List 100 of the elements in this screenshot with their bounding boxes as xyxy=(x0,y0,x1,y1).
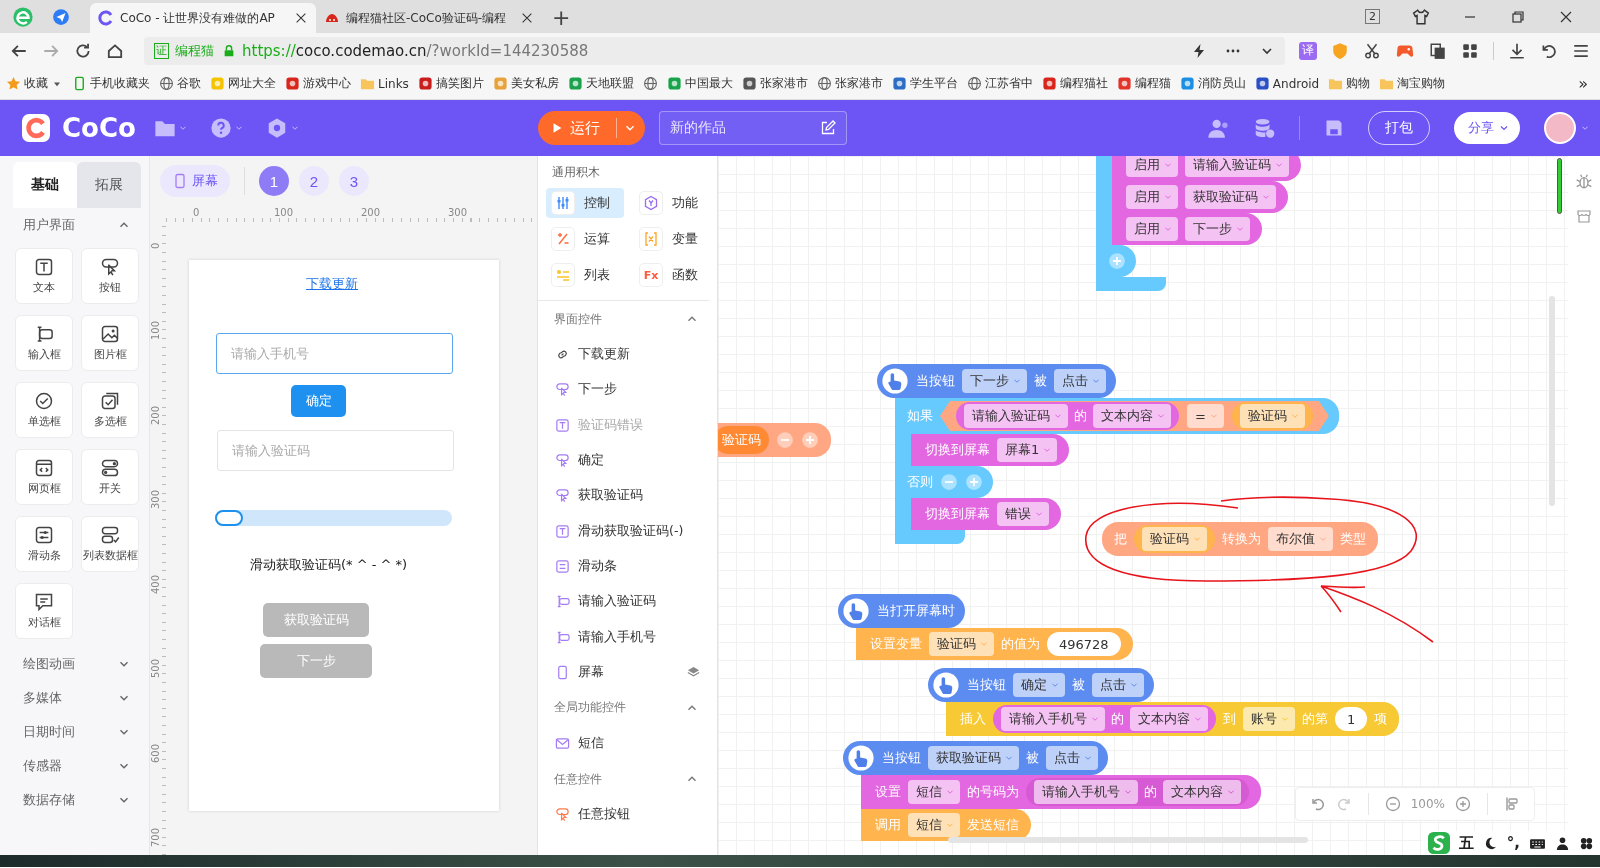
dropdown-field[interactable]: 下一步 xyxy=(1185,217,1250,241)
palette-item[interactable]: 请输入手机号 xyxy=(578,628,656,646)
reporter-block[interactable]: 把 验证码 转换为 布尔值 类型 xyxy=(1102,522,1378,556)
arrange-icon[interactable] xyxy=(1504,796,1520,812)
punctuation-mode[interactable]: °, xyxy=(1506,834,1520,852)
tab-count-badge[interactable]: 2 xyxy=(1365,9,1380,24)
code-block[interactable]: 切换到屏幕 错误 xyxy=(911,498,1061,530)
bookmark-link[interactable]: 游戏中心 xyxy=(285,75,351,92)
palette-item[interactable]: 下一步 xyxy=(578,381,617,399)
dropdown-field[interactable]: 请输入手机号 xyxy=(1001,707,1105,731)
bookmark-link[interactable]: 编程猫社 xyxy=(1041,75,1108,92)
bookmark-link[interactable]: 张家港市 xyxy=(816,75,883,92)
screen-tab[interactable]: 3 xyxy=(339,166,369,196)
section-header[interactable]: 绘图动画 xyxy=(23,655,75,673)
widget-tile[interactable]: 文本 xyxy=(15,248,73,304)
code-block[interactable]: 设置变量 验证码 的值为 496728 xyxy=(856,628,1133,660)
store-icon[interactable] xyxy=(1576,208,1592,224)
dropdown-field[interactable]: 验证码 xyxy=(929,632,994,656)
dropdown-field[interactable]: 启用 xyxy=(1126,217,1178,241)
palette-item[interactable]: 获取验证码 xyxy=(578,487,643,505)
bookmark-link[interactable]: 学生平台 xyxy=(891,75,958,92)
dropdown-field[interactable]: 获取验证码 xyxy=(1185,185,1276,209)
palette-item[interactable]: 滑动条 xyxy=(578,557,617,575)
event-block[interactable]: 当按钮 确定 被 点击 xyxy=(928,668,1154,702)
dropdown-field[interactable]: 错误 xyxy=(997,502,1049,526)
project-name-field[interactable]: 新的作品 xyxy=(659,111,847,145)
section-header[interactable]: 数据存储 xyxy=(23,791,75,809)
bookmark-link[interactable]: 张家港市 xyxy=(741,75,808,92)
event-block[interactable]: 当按钮 获取验证码 被 点击 xyxy=(843,741,1108,775)
dropdown-field[interactable]: 短信 xyxy=(908,780,960,804)
panel-tab[interactable]: 拓展 xyxy=(77,162,141,208)
bookmark-link[interactable]: Android xyxy=(1254,76,1320,91)
category-tab[interactable]: Fx 函数 xyxy=(634,260,712,290)
dropdown-field[interactable]: 请输入验证码 xyxy=(1185,156,1289,177)
reporter-block[interactable]: 验证码 xyxy=(1134,525,1215,553)
widget-tile[interactable]: 输入框 xyxy=(15,315,73,371)
bookmark-link[interactable]: 天地联盟 xyxy=(567,75,634,92)
browser-tab[interactable]: 编程猫社区-CoCo验证码-编程 xyxy=(316,3,542,33)
dropdown-field[interactable]: 启用 xyxy=(1126,185,1178,209)
number-field[interactable]: 1 xyxy=(1335,707,1368,731)
dropdown-field[interactable]: 请输入验证码 xyxy=(964,404,1068,428)
close-icon[interactable] xyxy=(294,11,308,25)
palette-item[interactable]: 滑动获取验证码(-) xyxy=(578,522,684,540)
bookmark-link[interactable]: 手机收藏夹 xyxy=(72,75,150,92)
dropdown-field[interactable]: 请输入手机号 xyxy=(1034,780,1138,804)
dropdown-field[interactable]: 点击 xyxy=(1054,369,1106,393)
shirt-icon[interactable] xyxy=(1412,7,1430,26)
dropdown-field[interactable]: 验证码 xyxy=(1239,404,1305,428)
section-header[interactable]: 多媒体 xyxy=(23,689,62,707)
palette-item[interactable]: 任意按钮 xyxy=(578,806,630,824)
palette-item[interactable]: 短信 xyxy=(578,735,604,753)
dropdown-field[interactable]: 获取验证码 xyxy=(928,746,1019,770)
dropdown-field[interactable]: 验证码 xyxy=(1142,527,1207,551)
dropdown-field[interactable]: 屏幕1 xyxy=(997,438,1058,462)
translate-button[interactable]: 译 xyxy=(1299,41,1317,60)
code-block[interactable]: 设置 短信 的号码为 请输入手机号 的 文本内容 xyxy=(861,775,1261,809)
reporter-block[interactable]: 请输入验证码 的 文本内容 xyxy=(956,402,1179,430)
layers-icon[interactable] xyxy=(686,664,701,680)
person-icon[interactable] xyxy=(1555,835,1570,851)
zoom-in-icon[interactable] xyxy=(1455,796,1471,812)
screen-tab[interactable]: 2 xyxy=(299,166,329,196)
bookmark-link[interactable]: 美女私房 xyxy=(492,75,559,92)
control-block[interactable]: 启用 请输入验证码 启用 获取验证码 启用 下一步 xyxy=(1096,156,1301,291)
download-icon[interactable] xyxy=(1508,41,1526,60)
zoom-out-icon[interactable] xyxy=(1384,796,1401,812)
dropdown-field[interactable]: 布尔值 xyxy=(1268,527,1333,551)
input-mode[interactable]: 五 xyxy=(1458,833,1474,853)
avatar[interactable] xyxy=(1544,112,1576,144)
category-tab[interactable]: 列表 xyxy=(546,260,624,290)
palette-item[interactable]: 屏幕 xyxy=(578,663,604,681)
bookmark-link[interactable]: 购物 xyxy=(1328,75,1371,92)
code-block[interactable]: 切换到屏幕 屏幕1 xyxy=(911,434,1070,466)
send-icon[interactable] xyxy=(52,7,70,26)
dropdown-field[interactable]: 启用 xyxy=(1126,156,1178,177)
category-tab[interactable]: 运算 xyxy=(546,224,624,254)
close-icon[interactable] xyxy=(520,11,534,25)
dropdown-field[interactable]: 点击 xyxy=(1092,673,1144,697)
save-icon[interactable] xyxy=(1324,118,1344,138)
widget-tile[interactable]: 图片框 xyxy=(81,315,139,371)
collaborators-icon[interactable] xyxy=(1207,117,1229,139)
event-block[interactable]: 当按钮 下一步 被 点击 xyxy=(877,364,1116,398)
maximize-icon[interactable] xyxy=(1510,8,1526,25)
database-icon[interactable] xyxy=(1253,117,1275,139)
widget-tile[interactable]: 网页框 xyxy=(15,449,73,505)
reporter-block[interactable]: 验证码 xyxy=(1231,402,1313,430)
widget-tile[interactable]: 对话框 xyxy=(15,583,73,639)
palette-item[interactable]: 确定 xyxy=(578,452,604,470)
grid-icon[interactable] xyxy=(1579,835,1594,851)
category-tab[interactable]: 变量 xyxy=(634,224,712,254)
palette-item[interactable]: 请输入验证码 xyxy=(578,593,656,611)
lightning-icon[interactable] xyxy=(1191,42,1207,59)
panel-tab[interactable]: 基础 xyxy=(13,162,77,208)
condition-block[interactable]: 请输入验证码 的 文本内容 = 验证码 xyxy=(940,401,1329,431)
reload-icon[interactable] xyxy=(74,41,92,60)
address-bar[interactable]: 证 编程猫 https://coco.codemao.cn/?workId=144230588 xyxy=(144,36,1285,65)
section-header[interactable]: 用户界面 xyxy=(23,216,75,234)
widget-tile[interactable]: 单选框 xyxy=(15,382,73,438)
bookmark-link[interactable]: Links xyxy=(360,76,409,91)
bookmark-link[interactable]: 搞笑图片 xyxy=(417,75,484,92)
dropdown-field[interactable]: 文本内容 xyxy=(1130,707,1208,731)
